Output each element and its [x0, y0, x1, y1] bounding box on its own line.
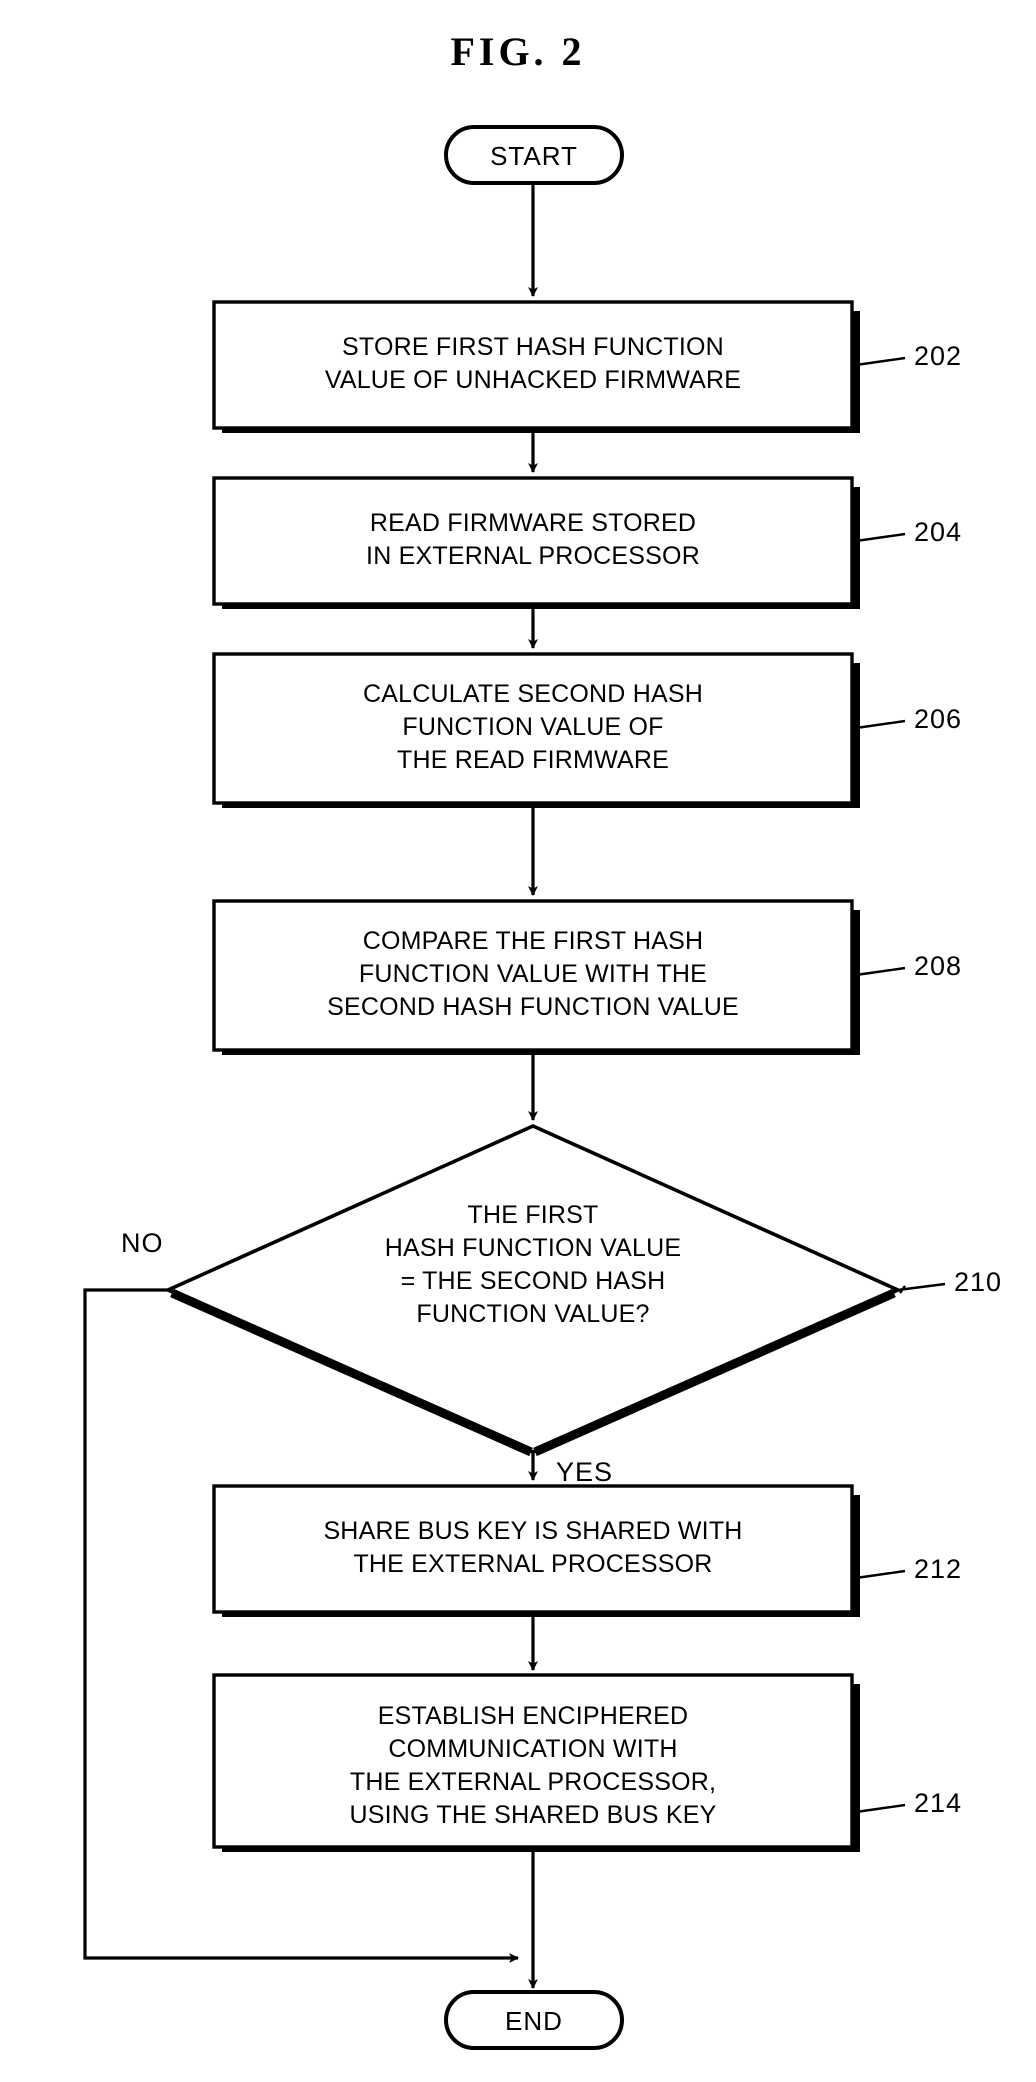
node-214	[212, 1673, 854, 1849]
ref-label-204: 204	[914, 517, 963, 547]
reference-leaders	[855, 356, 946, 1814]
leader-206	[855, 719, 906, 730]
figure-page: FIG. 2 START STORE FIRST HASH FUNCTION V…	[0, 0, 1036, 2082]
ref-label-202: 202	[914, 341, 963, 371]
ref-label-208: 208	[914, 951, 963, 981]
leader-202	[855, 356, 906, 367]
branch-label-no: NO	[121, 1228, 164, 1258]
ref-label-210: 210	[954, 1267, 1003, 1297]
leader-212	[855, 1569, 906, 1580]
node-206	[212, 652, 854, 805]
ref-label-212: 212	[914, 1554, 963, 1584]
node-204	[212, 476, 854, 606]
node-202	[212, 300, 854, 430]
flowchart-canvas	[83, 125, 946, 2050]
node-end	[444, 1990, 624, 2050]
ref-label-214: 214	[914, 1788, 963, 1818]
leader-208	[855, 966, 906, 977]
ref-label-206: 206	[914, 704, 963, 734]
leader-214	[855, 1803, 906, 1814]
node-210	[163, 1124, 903, 1454]
branch-label-yes: YES	[556, 1457, 614, 1487]
node-start	[444, 125, 624, 185]
leader-204	[855, 532, 906, 543]
node-212	[212, 1484, 854, 1614]
node-208	[212, 899, 854, 1052]
